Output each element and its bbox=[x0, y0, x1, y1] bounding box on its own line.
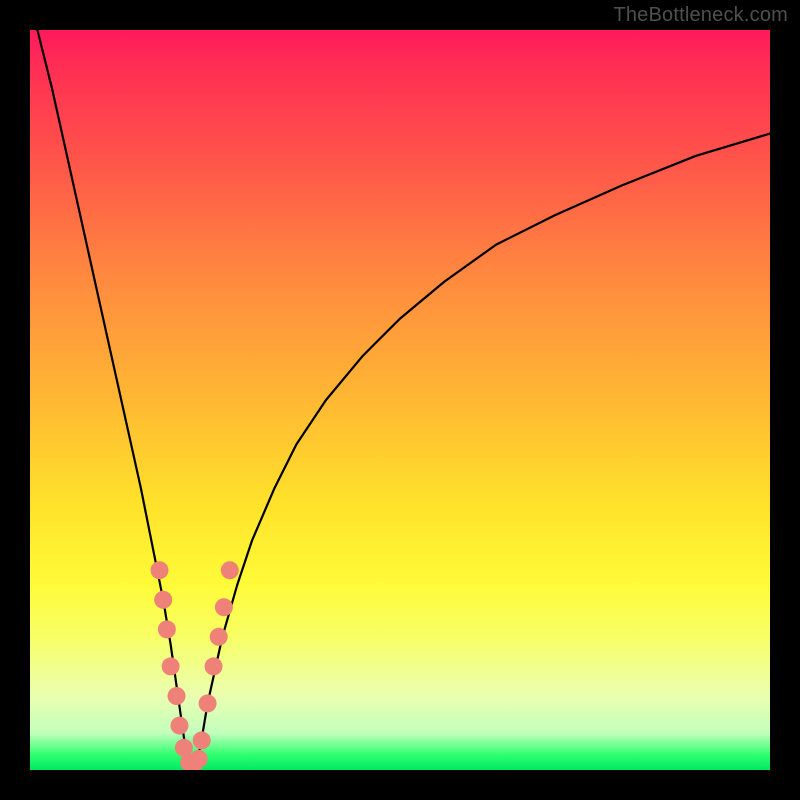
chart-frame: TheBottleneck.com bbox=[0, 0, 800, 800]
curve-marker bbox=[190, 750, 208, 768]
curve-marker bbox=[170, 717, 188, 735]
curve-marker bbox=[205, 657, 223, 675]
curve-marker bbox=[162, 657, 180, 675]
watermark-text: TheBottleneck.com bbox=[613, 4, 788, 27]
curve-marker bbox=[199, 694, 217, 712]
curve-marker bbox=[158, 620, 176, 638]
curve-marker bbox=[221, 561, 239, 579]
curve-marker bbox=[193, 731, 211, 749]
curve-marker bbox=[210, 628, 228, 646]
bottleneck-curve bbox=[37, 30, 770, 770]
plot-area bbox=[30, 30, 770, 770]
curve-marker bbox=[151, 561, 169, 579]
curve-marker bbox=[154, 591, 172, 609]
curve-marker bbox=[168, 687, 186, 705]
bottleneck-curve-svg bbox=[30, 30, 770, 770]
curve-marker bbox=[215, 598, 233, 616]
